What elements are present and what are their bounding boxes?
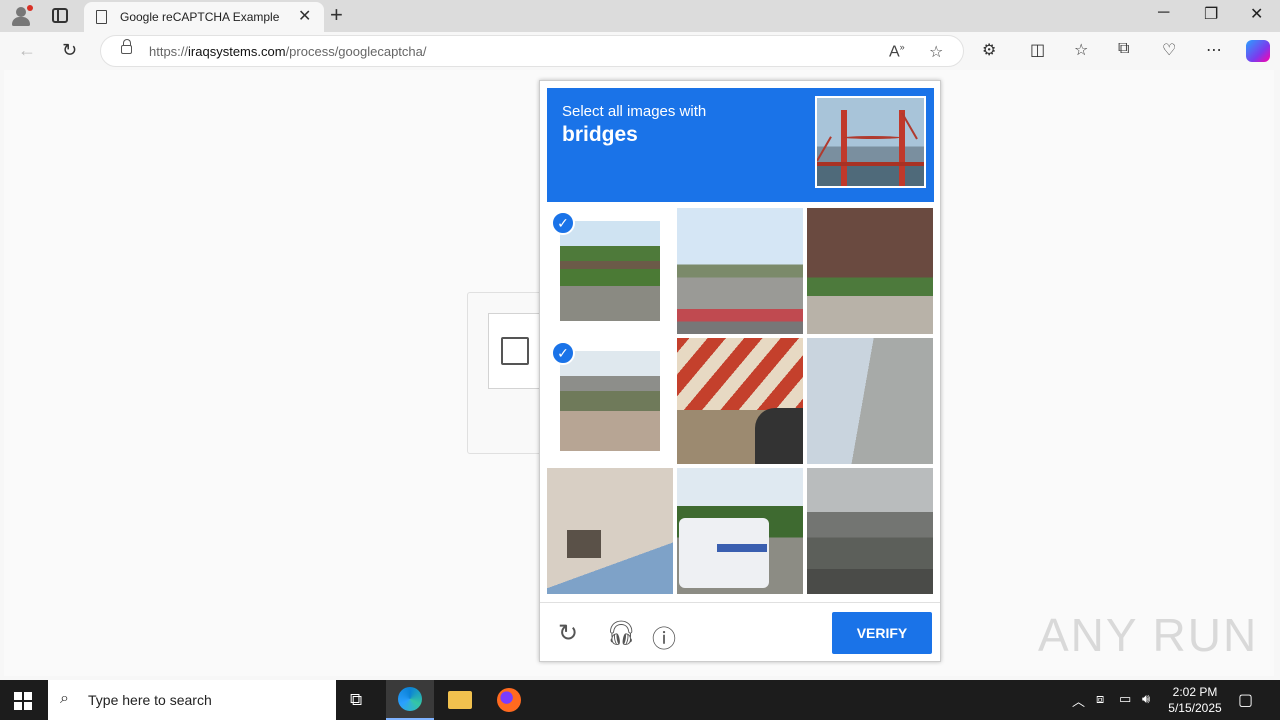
file-explorer-icon[interactable] — [436, 680, 484, 720]
taskbar: ⌕ Type here to search ⧉ ︿ ⧈ ▭ 🔊︎ 2:02 PM… — [0, 680, 1280, 720]
device-icon[interactable]: ⧈ — [1096, 691, 1104, 707]
selected-check-icon: ✓ — [551, 211, 575, 235]
favorite-star-icon[interactable]: ☆ — [929, 42, 943, 62]
back-icon[interactable]: ← — [18, 40, 36, 61]
instruction-target: bridges — [562, 123, 638, 146]
more-menu-icon[interactable]: ⋯ — [1206, 40, 1222, 60]
tile-image — [807, 208, 933, 334]
restore-icon[interactable]: ❐ — [1204, 4, 1218, 24]
verify-button[interactable]: VERIFY — [832, 612, 932, 654]
watermark: ANY RUN — [1038, 609, 1259, 661]
page-icon — [96, 10, 107, 24]
clock-date: 5/15/2025 — [1168, 701, 1222, 715]
image-tile[interactable] — [677, 468, 803, 594]
minimize-icon[interactable]: ─ — [1158, 4, 1169, 22]
image-tile[interactable] — [677, 208, 803, 334]
tile-image — [677, 208, 803, 334]
recaptcha-checkbox[interactable] — [501, 337, 529, 365]
image-tile[interactable] — [807, 468, 933, 594]
image-tile[interactable]: ✓ — [547, 338, 673, 464]
clock-time: 2:02 PM — [1172, 685, 1218, 699]
favorites-icon[interactable]: ☆ — [1074, 40, 1088, 60]
challenge-footer: ↻ 🎧︎ ⓘ VERIFY — [540, 602, 940, 662]
address-bar[interactable]: https://iraqsystems.com/process/googleca… — [100, 35, 964, 67]
search-placeholder: Type here to search — [88, 692, 212, 708]
tab-active[interactable]: Google reCAPTCHA Example ✕ — [84, 2, 324, 32]
url-text: https://iraqsystems.com/process/googleca… — [149, 44, 427, 59]
challenge-header: Select all images with bridges — [547, 88, 934, 202]
tab-actions-icon[interactable] — [52, 8, 68, 23]
tile-image — [807, 468, 933, 594]
edge-taskbar-icon[interactable] — [386, 680, 434, 720]
clock[interactable]: 2:02 PM 5/15/2025 — [1162, 684, 1228, 716]
recaptcha-challenge: Select all images with bridges ✓ ✓ ↻ 🎧︎ … — [539, 80, 941, 662]
read-aloud-icon[interactable]: A» — [889, 42, 905, 61]
search-icon: ⌕ — [60, 690, 69, 707]
image-tile[interactable] — [807, 338, 933, 464]
reload-icon[interactable]: ↻ — [558, 619, 578, 648]
audio-headphones-icon[interactable]: 🎧︎ — [606, 619, 636, 648]
new-tab-icon[interactable]: + — [330, 2, 343, 28]
instruction-text: Select all images with — [562, 103, 707, 120]
close-tab-icon[interactable]: ✕ — [298, 6, 311, 26]
close-window-icon[interactable]: ✕ — [1250, 4, 1263, 24]
tab-title: Google reCAPTCHA Example — [120, 10, 280, 24]
network-icon[interactable]: ▭ — [1119, 691, 1131, 707]
collections-icon[interactable]: ⧉ — [1118, 40, 1129, 58]
extensions-icon[interactable]: ⚙ — [982, 40, 996, 60]
tile-image — [560, 351, 660, 451]
image-tile[interactable]: ✓ — [547, 208, 673, 334]
image-tile[interactable] — [807, 208, 933, 334]
info-icon[interactable]: ⓘ — [652, 619, 676, 654]
volume-icon[interactable]: 🔊︎ — [1142, 691, 1150, 707]
tile-image — [547, 468, 673, 594]
profile-icon[interactable] — [10, 5, 33, 27]
image-grid: ✓ ✓ — [547, 208, 934, 594]
taskbar-search[interactable]: ⌕ Type here to search — [48, 680, 336, 720]
browser-toolbar: ← ↻ https://iraqsystems.com/process/goog… — [0, 32, 1280, 70]
copilot-icon[interactable] — [1246, 40, 1270, 62]
tab-strip: Google reCAPTCHA Example ✕ + ─ ❐ ✕ — [0, 0, 1280, 32]
image-tile[interactable] — [677, 338, 803, 464]
lock-icon — [121, 39, 132, 54]
split-screen-icon[interactable]: ◫ — [1030, 40, 1045, 60]
show-hidden-icons[interactable]: ︿ — [1072, 691, 1085, 710]
notifications-icon[interactable]: ▢ — [1238, 690, 1253, 710]
browser-essentials-icon[interactable]: ♡ — [1162, 40, 1176, 60]
tile-image — [807, 338, 933, 464]
sample-image — [815, 96, 926, 188]
refresh-icon[interactable]: ↻ — [62, 40, 77, 61]
selected-check-icon: ✓ — [551, 341, 575, 365]
image-tile[interactable] — [547, 468, 673, 594]
tile-image — [560, 221, 660, 321]
task-view-icon[interactable]: ⧉ — [336, 680, 384, 720]
windows-start-icon[interactable] — [14, 692, 32, 710]
firefox-icon[interactable] — [484, 680, 532, 720]
